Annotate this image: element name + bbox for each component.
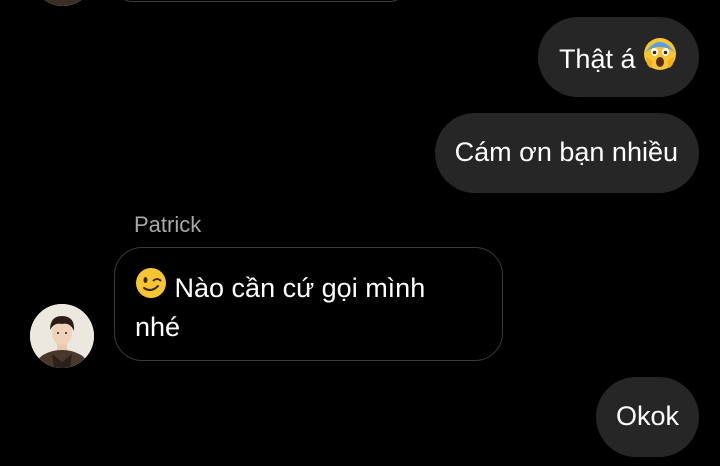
message-line: Nào cần cứ gọi mình: [135, 267, 482, 310]
avatar[interactable]: [30, 304, 94, 368]
sender-name: Patrick: [134, 212, 202, 237]
outgoing-message-bubble[interactable]: Thật á: [537, 17, 699, 97]
outgoing-message-bubble[interactable]: Cám ơn bạn nhiều: [434, 113, 699, 193]
previous-message-bubble: [116, 0, 406, 2]
message-text: Nào cần cứ gọi mình: [174, 273, 426, 304]
message-line: nhé: [135, 312, 181, 342]
message-text: Thật á: [558, 44, 636, 75]
incoming-message-bubble[interactable]: Nào cần cứ gọi mình nhé: [114, 247, 503, 361]
face-screaming-in-fear-icon: [643, 37, 677, 79]
avatar-partial[interactable]: [32, 0, 94, 6]
message-text: Cám ơn bạn nhiều: [454, 137, 678, 167]
outgoing-message-bubble[interactable]: Okok: [595, 377, 699, 457]
winking-face-icon: [135, 267, 167, 307]
message-text: Okok: [615, 401, 679, 431]
